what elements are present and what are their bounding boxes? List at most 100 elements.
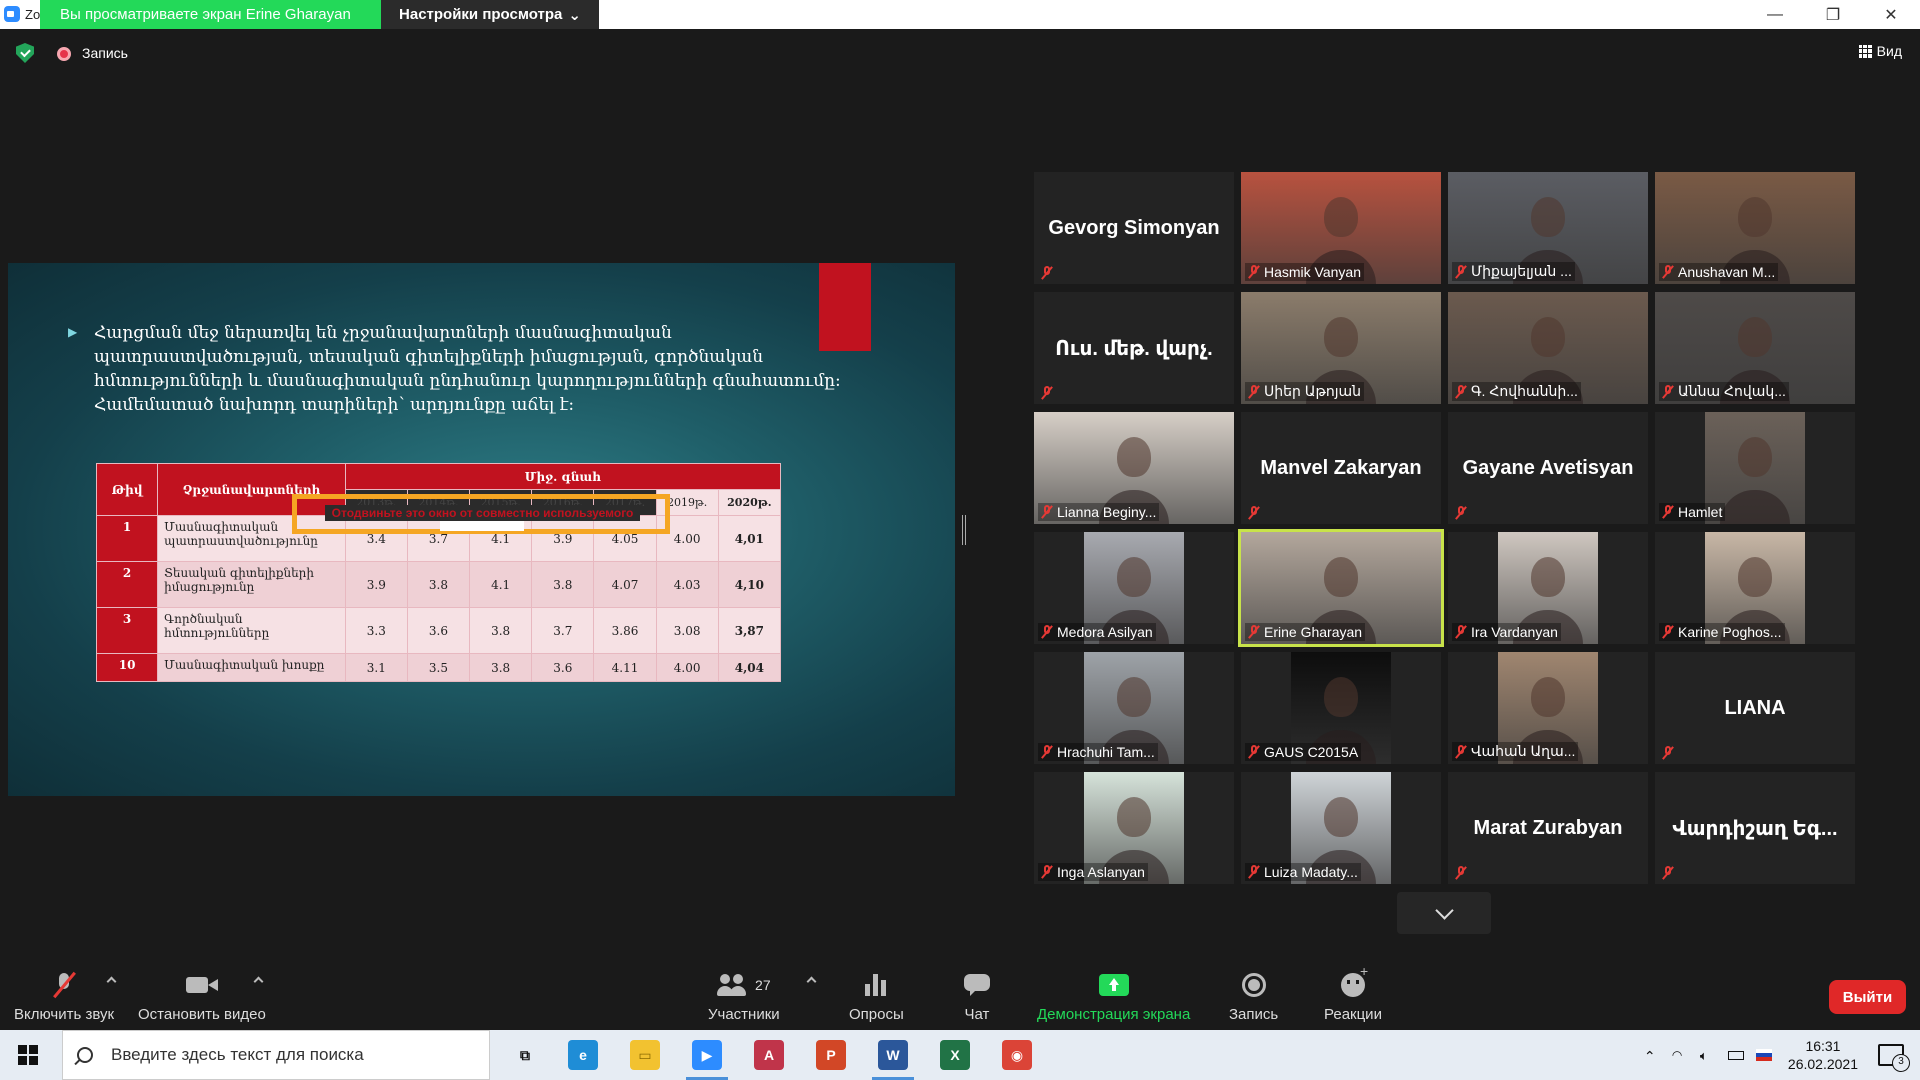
security-shield-icon[interactable] bbox=[16, 43, 34, 63]
leave-meeting-button[interactable]: Выйти bbox=[1829, 980, 1906, 1014]
file-explorer-app-icon[interactable]: ▭ bbox=[630, 1040, 660, 1070]
participant-tile[interactable]: LIANA bbox=[1655, 652, 1855, 764]
participant-label: Inga Aslanyan bbox=[1038, 863, 1148, 881]
participant-tile[interactable]: Medora Asilyan bbox=[1034, 532, 1234, 644]
table-row-number: 2 bbox=[95, 561, 159, 608]
table-row-number: 1 bbox=[95, 515, 159, 562]
participant-tile[interactable]: Hasmik Vanyan bbox=[1241, 172, 1441, 284]
language-flag-icon[interactable] bbox=[1755, 1049, 1772, 1061]
mic-muted-icon bbox=[1041, 386, 1053, 400]
share-overlay-text: Отодвиньте это окно от совместно использ… bbox=[325, 505, 640, 521]
view-button[interactable]: Вид bbox=[1858, 43, 1902, 59]
share-screen-button[interactable]: Демонстрация экрана bbox=[1037, 970, 1190, 1023]
view-label: Вид bbox=[1876, 43, 1902, 59]
participant-label: Hasmik Vanyan bbox=[1245, 263, 1365, 281]
participant-tile[interactable]: Սիեր Աթոյան bbox=[1241, 292, 1441, 404]
chrome-app-icon[interactable]: ◉ bbox=[1002, 1040, 1032, 1070]
participant-name: Վարդիշաղ Եգ... bbox=[1672, 817, 1838, 840]
participant-tile[interactable]: Ուս. մեթ. վարչ. bbox=[1034, 292, 1234, 404]
taskbar-clock[interactable]: 16:31 26.02.2021 bbox=[1788, 1037, 1858, 1073]
person-silhouette-icon bbox=[1531, 676, 1565, 717]
participant-tile[interactable]: Hamlet bbox=[1655, 412, 1855, 524]
participant-name: Manvel Zakaryan bbox=[1260, 456, 1422, 479]
gallery-next-page-button[interactable] bbox=[1397, 892, 1491, 934]
windows-start-icon[interactable] bbox=[18, 1045, 38, 1065]
table-cell: 4,01 bbox=[717, 515, 782, 562]
window-controls: — ❐ ✕ bbox=[1746, 0, 1920, 29]
edge-app-icon[interactable]: e bbox=[568, 1040, 598, 1070]
participants-count: 27 bbox=[755, 977, 771, 993]
participant-label-text: Սիեր Աթոյան bbox=[1264, 383, 1362, 399]
participant-label: Սիեր Աթոյան bbox=[1245, 382, 1365, 401]
unmute-button[interactable]: Включить звук bbox=[14, 970, 114, 1023]
taskbar-search-box[interactable]: Введите здесь текст для поиска bbox=[62, 1030, 490, 1080]
person-silhouette-icon bbox=[1324, 316, 1358, 357]
slide-text: Հարցման մեջ ներառվել են չրջանավարտների մ… bbox=[94, 323, 841, 415]
battery-icon[interactable] bbox=[1727, 1050, 1744, 1060]
mic-muted-icon bbox=[1455, 866, 1467, 880]
excel-app-icon[interactable]: X bbox=[940, 1040, 970, 1070]
participant-label-text: Աննա Հովակ... bbox=[1678, 383, 1786, 399]
screen-share-banner: Вы просматриваете экран Erine Gharayan bbox=[40, 0, 381, 29]
table-row: 2 Տեսական գիտելիքների իմացությունը 3.9 3.8 4… bbox=[95, 561, 782, 608]
chevron-up-icon[interactable]: ⌃ bbox=[1644, 1048, 1660, 1064]
table-cell: 4.11 bbox=[593, 653, 657, 682]
task-view-app-icon[interactable]: ⧉ bbox=[510, 1040, 540, 1070]
person-silhouette-icon bbox=[1531, 316, 1565, 357]
notification-center-icon[interactable] bbox=[1878, 1044, 1910, 1072]
access-app-icon[interactable]: A bbox=[754, 1040, 784, 1070]
participants-button[interactable]: 27 Участники bbox=[708, 970, 780, 1023]
mic-muted-icon bbox=[1041, 625, 1053, 639]
split-divider-handle[interactable] bbox=[962, 515, 966, 545]
participant-label-text: Luiza Madaty... bbox=[1264, 864, 1358, 880]
table-cell: 3,87 bbox=[717, 607, 782, 654]
participant-tile[interactable]: GAUS C2015A bbox=[1241, 652, 1441, 764]
participant-tile[interactable]: Վահան Աղա... bbox=[1448, 652, 1648, 764]
meeting-top-bar: Запись Вид bbox=[0, 29, 1920, 77]
reactions-button[interactable]: Реакции bbox=[1324, 963, 1382, 1023]
participant-tile[interactable]: Karine Poghos... bbox=[1655, 532, 1855, 644]
volume-icon[interactable]: 🔈︎ bbox=[1700, 1048, 1716, 1063]
participant-tile[interactable]: Գ. Հովհաննի... bbox=[1448, 292, 1648, 404]
participant-tile[interactable]: Միքայելյան ... bbox=[1448, 172, 1648, 284]
participant-tile[interactable]: Marat Zurabyan bbox=[1448, 772, 1648, 884]
stop-video-label: Остановить видео bbox=[138, 1006, 266, 1023]
share-screen-icon bbox=[1098, 974, 1129, 996]
table-header-avg: Միջ. գնահ bbox=[344, 463, 782, 490]
person-silhouette-icon bbox=[1324, 196, 1358, 237]
participant-tile[interactable]: Աննա Հովակ... bbox=[1655, 292, 1855, 404]
participant-label-text: Karine Poghos... bbox=[1678, 624, 1782, 640]
share-screen-label: Демонстрация экрана bbox=[1037, 1006, 1191, 1023]
powerpoint-app-icon[interactable]: P bbox=[816, 1040, 846, 1070]
polls-button[interactable]: Опросы bbox=[849, 970, 904, 1023]
participant-tile[interactable]: Վարդիշաղ Եգ... bbox=[1655, 772, 1855, 884]
view-options-button[interactable]: Настройки просмотра ⌄ bbox=[381, 0, 599, 29]
participant-tile[interactable]: Inga Aslanyan bbox=[1034, 772, 1234, 884]
participant-tile[interactable]: Luiza Madaty... bbox=[1241, 772, 1441, 884]
word-app-icon[interactable]: W bbox=[872, 1040, 914, 1080]
stop-video-button[interactable]: Остановить видео bbox=[138, 970, 266, 1023]
participant-label bbox=[1245, 505, 1263, 521]
participant-label: Karine Poghos... bbox=[1659, 623, 1785, 641]
participant-tile[interactable]: Ira Vardanyan bbox=[1448, 532, 1648, 644]
participant-gallery: Gevorg Simonyan Hasmik Vanyan Միքայելյան .… bbox=[1034, 172, 1855, 884]
minimize-button[interactable]: — bbox=[1746, 0, 1804, 29]
mic-muted-icon bbox=[1248, 625, 1260, 639]
participants-options-caret[interactable] bbox=[806, 976, 817, 987]
participant-tile[interactable]: Lianna Beginy... bbox=[1034, 412, 1234, 524]
participant-tile[interactable]: Erine Gharayan bbox=[1238, 529, 1444, 647]
table-cell: 4.03 bbox=[655, 561, 719, 608]
wifi-icon[interactable]: ◠ bbox=[1672, 1048, 1688, 1062]
restore-button[interactable]: ❐ bbox=[1804, 0, 1862, 29]
participant-label-text: Anushavan M... bbox=[1678, 264, 1776, 280]
participant-tile[interactable]: Anushavan M... bbox=[1655, 172, 1855, 284]
participant-tile[interactable]: Gayane Avetisyan bbox=[1448, 412, 1648, 524]
chat-button[interactable]: Чат bbox=[964, 970, 990, 1023]
participant-tile[interactable]: Manvel Zakaryan bbox=[1241, 412, 1441, 524]
table-cell: 4.1 bbox=[469, 561, 533, 608]
close-button[interactable]: ✕ bbox=[1862, 0, 1920, 29]
record-button[interactable]: Запись bbox=[1229, 970, 1278, 1023]
participant-tile[interactable]: Hrachuhi Tam... bbox=[1034, 652, 1234, 764]
participant-tile[interactable]: Gevorg Simonyan bbox=[1034, 172, 1234, 284]
zoom-app-icon[interactable]: ▶ bbox=[686, 1040, 728, 1080]
